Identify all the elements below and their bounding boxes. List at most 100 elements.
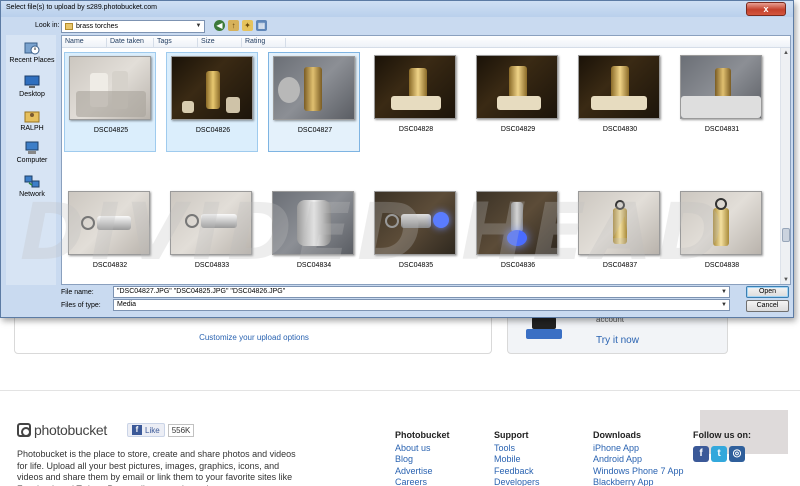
file-thumbnail[interactable]: DSC04833 [166, 188, 258, 284]
facebook-icon[interactable]: f [693, 446, 709, 462]
place-ralph[interactable]: RALPH [6, 109, 58, 132]
file-name-label: DSC04831 [704, 126, 740, 133]
file-thumbnail[interactable]: DSC04835 [370, 188, 462, 284]
photo-thumbnail [476, 55, 558, 119]
like-label: Like [145, 425, 160, 435]
customize-upload-link[interactable]: Customize your upload options [15, 333, 493, 342]
file-list-pane[interactable]: Name Date taken Tags Size Rating DSC0482… [61, 35, 791, 285]
footer-link-developers[interactable]: Developers [494, 477, 540, 486]
dialog-title: Select file(s) to upload by s289.photobu… [6, 4, 157, 11]
file-thumbnail[interactable]: DSC04832 [64, 188, 156, 284]
file-thumbnail[interactable]: DSC04829 [472, 52, 564, 152]
look-in-label: Look in: [35, 22, 60, 29]
chevron-down-icon[interactable]: ▼ [721, 287, 727, 297]
file-thumbnail[interactable]: DSC04836 [472, 188, 564, 284]
photo-thumbnail [578, 191, 660, 255]
scroll-up-icon[interactable]: ▲ [781, 48, 790, 58]
chevron-down-icon[interactable]: ▼ [721, 300, 727, 310]
file-name-label: DSC04835 [398, 262, 434, 269]
file-type-select[interactable]: Media ▼ [113, 299, 730, 311]
network-icon [24, 175, 40, 188]
file-list-scrollbar[interactable]: ▲ ▼ [780, 48, 790, 284]
photo-thumbnail [476, 191, 558, 255]
column-header-row: Name Date taken Tags Size Rating [62, 36, 790, 48]
file-upload-dialog: Select file(s) to upload by s289.photobu… [0, 0, 794, 318]
photo-thumbnail [68, 191, 150, 255]
footer-link-blog[interactable]: Blog [395, 454, 450, 466]
photo-thumbnail [272, 191, 354, 255]
column-header-tags[interactable]: Tags [154, 38, 198, 48]
place-desktop[interactable]: Desktop [6, 75, 58, 98]
file-name-label: DSC04829 [500, 126, 536, 133]
footer-link-iphone[interactable]: iPhone App [593, 443, 684, 455]
footer-col-photobucket: Photobucket About us Blog Advertise Care… [395, 430, 450, 486]
back-icon[interactable]: ◀ [214, 20, 225, 31]
footer-link-careers[interactable]: Careers [395, 477, 450, 486]
file-name-label: DSC04837 [602, 262, 638, 269]
new-folder-icon[interactable]: ✦ [242, 20, 253, 31]
open-button[interactable]: Open [746, 286, 789, 298]
facebook-like-button[interactable]: f Like [127, 423, 165, 437]
file-thumbnail[interactable]: DSC04828 [370, 52, 462, 152]
file-name-label: DSC04832 [92, 262, 128, 269]
footer-link-feedback[interactable]: Feedback [494, 466, 540, 478]
photobucket-logo[interactable]: photobucket [17, 422, 107, 438]
column-header-name[interactable]: Name [62, 38, 107, 48]
scroll-down-icon[interactable]: ▼ [781, 275, 790, 284]
close-button[interactable]: x [746, 2, 786, 16]
file-name-label: DSC04833 [194, 262, 230, 269]
twitter-icon[interactable]: t [711, 446, 727, 462]
dialog-toolbar: ◀ ↑ ✦ ▦ [214, 20, 267, 31]
file-name-input[interactable]: "DSC04827.JPG" "DSC04825.JPG" "DSC04826.… [113, 286, 730, 298]
desktop-icon [24, 75, 40, 88]
footer-link-wp7[interactable]: Windows Phone 7 App [593, 466, 684, 478]
file-thumbnail[interactable]: DSC04827 [268, 52, 360, 152]
follow-us-label: Follow us on: [693, 430, 751, 440]
file-thumbnail[interactable]: DSC04825 [64, 52, 156, 152]
view-menu-icon[interactable]: ▦ [256, 20, 267, 31]
place-label: Desktop [19, 91, 45, 98]
place-recent[interactable]: Recent Places [6, 41, 58, 64]
photo-thumbnail [374, 191, 456, 255]
up-folder-icon[interactable]: ↑ [228, 20, 239, 31]
file-thumbnail[interactable]: DSC04838 [676, 188, 768, 284]
column-header-rating[interactable]: Rating [242, 38, 286, 48]
place-label: RALPH [20, 125, 44, 132]
footer-link-about[interactable]: About us [395, 443, 450, 455]
photo-thumbnail [578, 55, 660, 119]
file-thumbnail[interactable]: DSC04826 [166, 52, 258, 152]
photo-thumbnail [273, 56, 355, 120]
place-computer[interactable]: Computer [6, 141, 58, 164]
try-it-now-link[interactable]: Try it now [596, 335, 639, 346]
footer-link-mobile[interactable]: Mobile [494, 454, 540, 466]
footer-link-advertise[interactable]: Advertise [395, 466, 450, 478]
look-in-combo[interactable]: brass torches ▼ [61, 20, 205, 33]
file-name-label: File name: [61, 289, 94, 296]
column-header-date[interactable]: Date taken [107, 38, 154, 48]
footer-link-android[interactable]: Android App [593, 454, 684, 466]
file-name-label: DSC04826 [195, 127, 231, 134]
photo-thumbnail [680, 191, 762, 255]
footer-heading: Photobucket [395, 430, 450, 440]
column-header-size[interactable]: Size [198, 38, 242, 48]
place-network[interactable]: Network [6, 175, 58, 198]
photo-thumbnail [374, 55, 456, 119]
cancel-button[interactable]: Cancel [746, 300, 789, 312]
file-thumbnail[interactable]: DSC04831 [676, 52, 768, 152]
file-type-label: Files of type: [61, 302, 101, 309]
footer-link-blackberry[interactable]: Blackberry App [593, 477, 684, 486]
file-thumbnail[interactable]: DSC04830 [574, 52, 666, 152]
myspace-icon[interactable]: ◎ [729, 446, 745, 462]
scrollbar-thumb[interactable] [782, 228, 790, 242]
footer-heading: Support [494, 430, 529, 440]
dialog-titlebar[interactable]: Select file(s) to upload by s289.photobu… [1, 1, 793, 17]
facebook-icon: f [132, 425, 142, 435]
file-name-label: DSC04827 [297, 127, 333, 134]
device-icon [518, 317, 568, 339]
user-folder-icon [24, 111, 40, 123]
file-thumbnail[interactable]: DSC04837 [574, 188, 666, 284]
footer-link-tools[interactable]: Tools [494, 443, 540, 455]
file-name-label: DSC04834 [296, 262, 332, 269]
place-label: Network [19, 191, 45, 198]
file-thumbnail[interactable]: DSC04834 [268, 188, 360, 284]
